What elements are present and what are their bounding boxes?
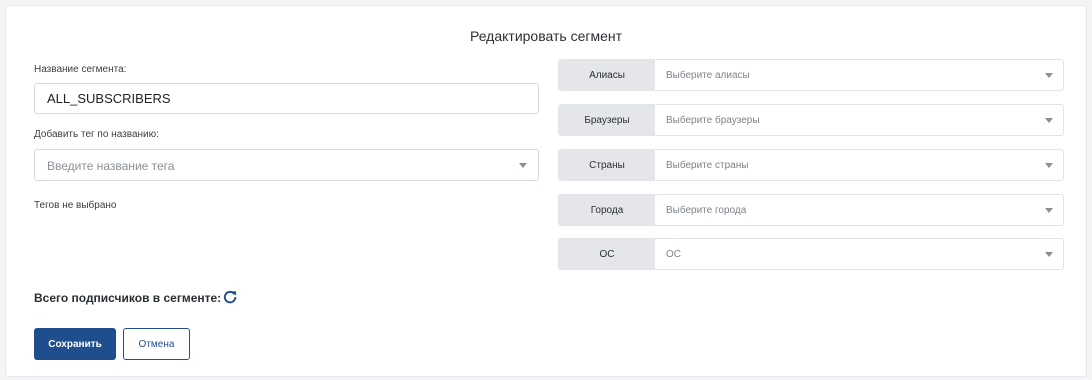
segment-name-input[interactable] <box>34 83 539 114</box>
filter-label-browsers: Браузеры <box>559 105 655 135</box>
no-tags-text: Тегов не выбрано <box>34 200 117 211</box>
refresh-icon[interactable] <box>223 290 237 304</box>
filter-row-browsers: Браузеры Выберите браузеры <box>558 104 1064 136</box>
total-subscribers-label: Всего подписчиков в сегменте: <box>34 291 222 305</box>
countries-select[interactable]: Выберите страны <box>655 150 1063 180</box>
segment-name-label: Название сегмента: <box>34 64 127 75</box>
cities-select[interactable]: Выберите города <box>655 195 1063 225</box>
chevron-down-icon <box>519 163 527 168</box>
page-title: Редактировать сегмент <box>469 28 623 44</box>
chevron-down-icon <box>1045 163 1053 168</box>
save-button[interactable]: Сохранить <box>34 328 116 360</box>
filter-label-aliases: Алиасы <box>559 60 655 90</box>
filter-row-os: ОС ОС <box>558 238 1064 270</box>
cancel-button[interactable]: Отмена <box>123 328 190 360</box>
filter-row-countries: Страны Выберите страны <box>558 149 1064 181</box>
filter-label-os: ОС <box>559 239 655 269</box>
tag-select-placeholder: Введите название тега <box>47 159 175 173</box>
aliases-select[interactable]: Выберите алиасы <box>655 60 1063 90</box>
browsers-select[interactable]: Выберите браузеры <box>655 105 1063 135</box>
chevron-down-icon <box>1045 73 1053 78</box>
filter-label-cities: Города <box>559 195 655 225</box>
cities-select-placeholder: Выберите города <box>666 205 747 216</box>
os-select[interactable]: ОС <box>655 239 1063 269</box>
filter-row-cities: Города Выберите города <box>558 194 1064 226</box>
chevron-down-icon <box>1045 252 1053 257</box>
aliases-select-placeholder: Выберите алиасы <box>666 70 750 81</box>
edit-segment-card: Редактировать сегмент Название сегмента:… <box>5 5 1087 377</box>
chevron-down-icon <box>1045 118 1053 123</box>
browsers-select-placeholder: Выберите браузеры <box>666 115 760 126</box>
countries-select-placeholder: Выберите страны <box>666 160 749 171</box>
tag-label: Добавить тег по названию: <box>34 129 159 140</box>
os-select-placeholder: ОС <box>666 249 681 260</box>
filter-row-aliases: Алиасы Выберите алиасы <box>558 59 1064 91</box>
chevron-down-icon <box>1045 208 1053 213</box>
tag-select[interactable]: Введите название тега <box>34 149 539 181</box>
filter-label-countries: Страны <box>559 150 655 180</box>
